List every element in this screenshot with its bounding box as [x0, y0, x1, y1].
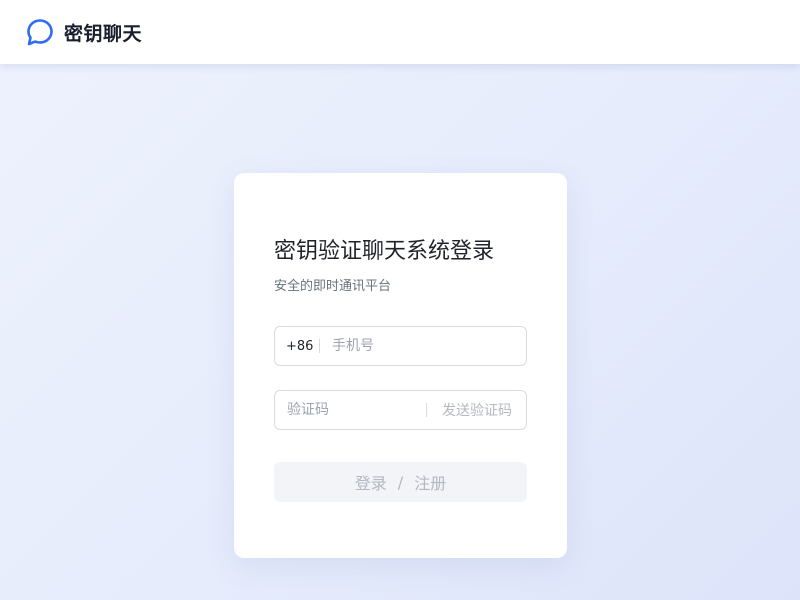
login-card: 密钥验证聊天系统登录 安全的即时通讯平台 +86 发送验证码 登录 / 注册	[234, 173, 567, 558]
phone-input[interactable]	[320, 327, 510, 365]
register-label: 注册	[414, 474, 447, 493]
brand: 密钥聊天	[25, 17, 142, 47]
login-title: 密钥验证聊天系统登录	[274, 239, 495, 264]
login-label: 登录	[354, 474, 387, 493]
verification-code-input[interactable]	[275, 391, 426, 429]
country-code[interactable]: +86	[275, 339, 319, 354]
top-header: 密钥聊天	[0, 0, 800, 64]
chat-bubble-icon	[27, 19, 53, 46]
app-name: 密钥聊天	[64, 22, 143, 45]
phone-field: +86	[274, 326, 527, 366]
send-code-button[interactable]: 发送验证码	[427, 400, 525, 420]
login-subtitle: 安全的即时通讯平台	[274, 279, 392, 294]
verification-code-field: 发送验证码	[274, 390, 527, 430]
login-register-button[interactable]: 登录 / 注册	[274, 462, 527, 502]
label-separator: /	[397, 472, 404, 492]
